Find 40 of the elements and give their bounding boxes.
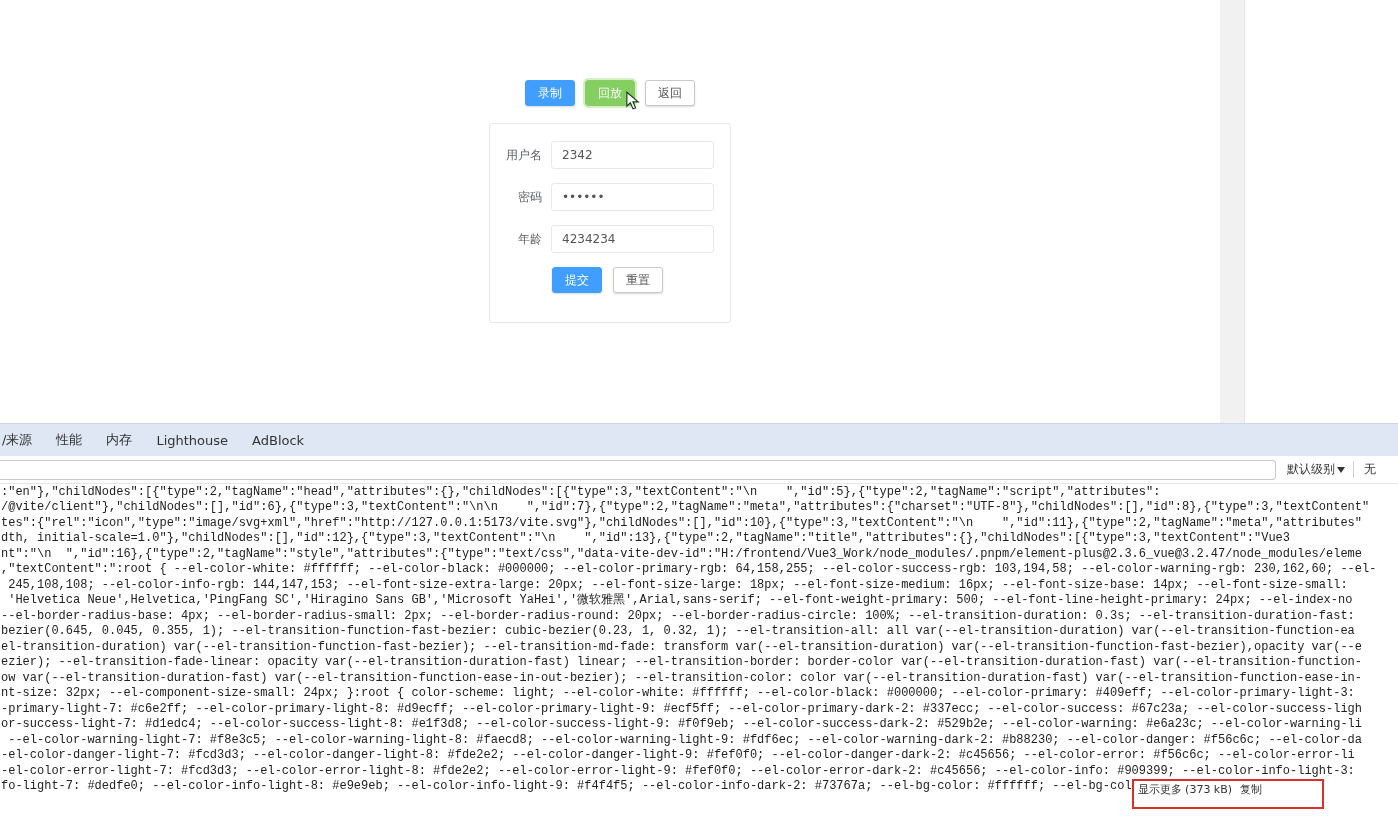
console-text: or-success-light-7: #d1edc4; --el-color-success-light-8: #e1f3d8; --el-color-success-light-9: #f0f9eb; --el-color-success-dark-2: #529b2e; --el-color-warning: #e6a23c; --el-color-warning-li bbox=[1, 717, 1363, 732]
filter-option[interactable]: 无 bbox=[1364, 461, 1376, 478]
field-label: 密码 bbox=[517, 188, 542, 206]
show-more-link[interactable]: 显示更多 (373 kB) bbox=[1137, 781, 1233, 797]
devtools-tab[interactable]: /来源 bbox=[2, 431, 33, 449]
console-text: 'Helvetica Neue',Helvetica,'PingFang SC','Hiragino Sans GB','Microsoft YaHei','微软雅黑',Arial,sans-serif; --el-font-weight-primary: 500; --el-font-line-height-primary: 24px; --el-index-no bbox=[7, 593, 1353, 608]
toolbar-button[interactable]: 返回 bbox=[645, 80, 695, 106]
console-text: --el-color-warning-light-7: #f8e3c5; --el-color-warning-light-8: #faecd8; --el-color-warning-light-9: #fdf6ec; --el-color-warning-dark-2: #b88230; --el-color-danger: #f56c6c; --el-color-da bbox=[7, 732, 1363, 747]
field-label: 年龄 bbox=[517, 230, 542, 248]
console-text: -el-color-error-light-7: #fcd3d3; --el-color-error-light-8: #fde2e2; --el-color-error-light-9: #fef0f0; --el-color-error-dark-2: #c45656; --el-color-info: #909399; --el-color-info-light-3: bbox=[1, 763, 1355, 778]
console-text: dth, initial-scale=1.0"},"childNodes":[],"id":12},{"type":3,"textContent":"\n ","id":13},{"type":2,"tagName":"title","attributes":{},"childNodes":[{"type":3,"textContent":"Vue3 bbox=[1, 531, 1290, 546]
filter-field[interactable] bbox=[0, 459, 1276, 480]
console-text: tes":{"rel":"icon","type":"image/svg+xml","href":"http://127.0.0.1:5173/vite.svg"},"childNodes":[],"id":10},{"type":3,"textContent":"\n ","id":11},{"type":2,"tagName":"meta","attributes" bbox=[1, 515, 1363, 530]
caret-icon bbox=[1337, 466, 1345, 473]
devtools-tab[interactable]: 性能 bbox=[56, 431, 83, 449]
input-field[interactable]: 2342 bbox=[551, 141, 714, 169]
console-text: -primary-light-7: #c6e2ff; --el-color-primary-light-8: #d9ecff; --el-color-primary-light-9: #ecf5ff; --el-color-primary-dark-2: #337ecc; --el-color-success: #67c23a; --el-color-success-ligh bbox=[1, 701, 1363, 716]
devtools-tab[interactable]: 内存 bbox=[106, 431, 133, 449]
console-text: :"en"},"childNodes":[{"type":2,"tagName":"head","attributes":{},"childNodes":[{"type":3,"textContent":"\n ","id":5},{"type":2,"tagName":"script","attributes": bbox=[1, 484, 1161, 499]
console-text: -el-color-danger-light-7: #fcd3d3; --el-color-danger-light-8: #fde2e2; --el-color-danger-light-9: #fef0f0; --el-color-danger-dark-2: #c45656; --el-color-error: #f56c6c; --el-color-error-li bbox=[1, 748, 1355, 763]
console-text: /@vite/client"},"childNodes":[],"id":6},{"type":3,"textContent":"\n\n ","id":7},{"type":2,"tagName":"meta","attributes":{"charset":"UTF-8"},"childNodes":[],"id":8},{"type":3,"textContent" bbox=[1, 500, 1370, 515]
console-text: ezier); --el-transition-fade-linear: opacity var(--el-transition-duration-fast) linear; --el-transition-border: border-color var(--el-transition-duration-fast) var(--el-transition-function- bbox=[1, 655, 1363, 670]
console-text: bezier(0.645, 0.045, 0.355, 1); --el-transition-function-fast-bezier: cubic-bezier(0.23, 1, 0.32, 1); --el-transition-all: all var(--el-transition-duration) var(--el-transition-function-ea bbox=[1, 624, 1355, 639]
console-text: nt-size: 32px; --el-component-size-small: 24px; }:root { color-scheme: light; --el-color-white: #ffffff; --el-color-black: #000000; --el-color-primary: #409eff; --el-color-primary-light-3: bbox=[1, 686, 1355, 701]
field-label: 用户名 bbox=[505, 146, 542, 164]
input-field[interactable]: 4234234 bbox=[551, 225, 714, 253]
console-text: el-transition-duration) var(--el-transition-function-fast-bezier); --el-transition-md-fade: transform var(--el-transition-duration) var(--el-transition-function-fast-bezier),opacity var(--e bbox=[1, 639, 1363, 654]
cursor-icon bbox=[626, 91, 640, 111]
console-text: ow var(--el-transition-duration-fast) var(--el-transition-function-ease-in-out-bezier); --el-transition-color: color var(--el-transition-duration-fast) var(--el-transition-function-ease-in- bbox=[1, 670, 1363, 685]
devtools-tab[interactable]: AdBlock bbox=[252, 432, 305, 448]
console-text: 245,108,108; --el-color-info-rgb: 144,147,153; --el-font-size-extra-large: 20px; --el-font-size-large: 18px; --el-font-size-medium: 16px; --el-font-size-base: 14px; --el-font-size-small: bbox=[7, 577, 1348, 592]
input-field[interactable]: •••••• bbox=[551, 183, 714, 211]
devtools-tab[interactable]: Lighthouse bbox=[156, 432, 229, 448]
console-text: fo-light-7: #dedfe0; --el-color-info-light-8: #e9e9eb; --el-color-info-light-9: #f4f4f5; --el-color-info-dark-2: #73767a; --el-bg-color: #ffffff; --el-bg-col bbox=[1, 778, 1132, 793]
reset-button[interactable]: 重置 bbox=[613, 267, 663, 293]
console-text: ,"textContent":":root { --el-color-white: #ffffff; --el-color-black: #000000; --el-color-primary-rgb: 64,158,255; --el-color-success-rgb: 103,194,58; --el-color-warning-rgb: 230,162,60; --el- bbox=[1, 562, 1377, 577]
level-dropdown[interactable]: 默认级别 bbox=[1287, 461, 1354, 478]
console-text: nt":"\n ","id":16},{"type":2,"tagName":"style","attributes":{"type":"text/css","data-vite-dev-id":"H:/frontend/Vue3_Work/node_modules/.pnpm/element-plus@2.3.6_vue@3.2.47/node_modules/eleme bbox=[1, 546, 1363, 561]
console-text: --el-border-radius-base: 4px; --el-border-radius-small: 2px; --el-border-radius-round: 20px; --el-border-radius-circle: 100%; --el-transition-duration: 0.3s; --el-transition-duration-fast: bbox=[1, 608, 1355, 623]
copy-link[interactable]: 复制 bbox=[1240, 781, 1263, 797]
